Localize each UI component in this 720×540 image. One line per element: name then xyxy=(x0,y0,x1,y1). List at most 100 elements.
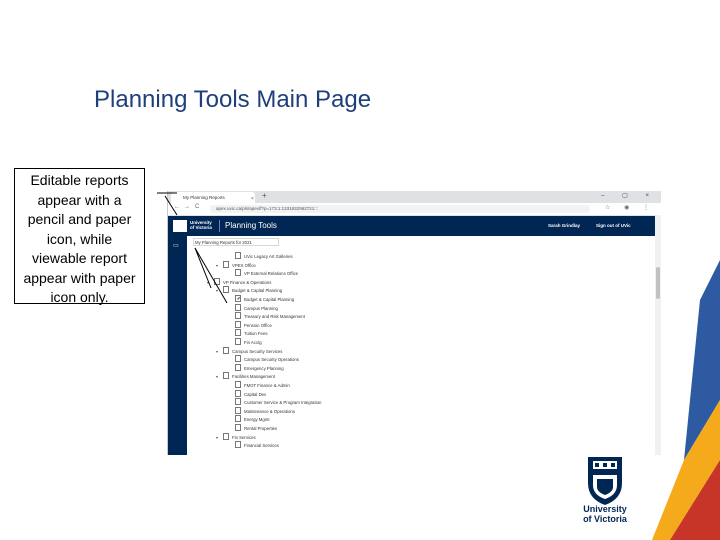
tree-item[interactable]: ▾ Campus Security Services xyxy=(216,346,283,356)
paper-icon xyxy=(214,277,220,285)
paper-icon xyxy=(235,329,241,337)
book-icon[interactable]: ▭ xyxy=(173,242,179,249)
paper-icon xyxy=(235,303,241,311)
expand-toggle-icon[interactable]: ▾ xyxy=(216,434,223,442)
paper-icon xyxy=(223,432,229,440)
tree-item-label: Customer Service & Program Integration xyxy=(244,400,322,406)
tree-item-label: VPEX Office xyxy=(232,262,256,268)
close-icon[interactable]: × xyxy=(251,194,254,203)
paper-icon xyxy=(235,252,241,259)
left-nav: ▭ xyxy=(168,236,187,455)
paper-icon xyxy=(223,372,229,380)
paper-icon xyxy=(235,363,241,371)
tree-item[interactable]: ▾ VP Finance & Operations xyxy=(207,277,272,287)
tree-item[interactable]: Campus Planning xyxy=(228,303,278,312)
paper-icon xyxy=(235,398,241,406)
paper-icon xyxy=(235,424,241,431)
paper-icon xyxy=(223,260,229,268)
tree-item[interactable]: ▾ Fin Services xyxy=(216,432,256,442)
tree-item-label: Maintenance & Operations xyxy=(244,408,295,414)
scrollbar[interactable] xyxy=(655,215,661,455)
expand-toggle-icon[interactable]: ▾ xyxy=(216,262,223,270)
tree-item[interactable]: Rental Properties xyxy=(228,424,277,432)
tree-item-label: Energy Mgmt xyxy=(244,417,270,423)
tree-item[interactable]: Budget & Capital Planning xyxy=(228,295,294,303)
tree-item-label: Emergency Planning xyxy=(244,365,284,371)
address-bar: ← → C apex.uvic.ca/pls/apex/f?p=173:1:13… xyxy=(168,203,661,216)
tree-item-label: Treasury and Risk Management xyxy=(244,314,305,320)
tree-item[interactable]: ▾ Facilities Management xyxy=(216,372,275,380)
tree-item[interactable]: ▾ VPEX Office xyxy=(216,260,256,270)
tree-item-label: UVic Legacy Art Galleries xyxy=(244,254,293,259)
uvic-wordmark: University of Victoria xyxy=(566,504,644,524)
tree-item[interactable]: ▾ Budget & Capital Planning xyxy=(216,286,282,294)
paper-icon xyxy=(235,338,241,345)
tree-item-label: Pension Office xyxy=(244,322,272,328)
tree-item-label: Budget & Capital Planning xyxy=(232,288,283,294)
tree-item-label: VP Finance & Operations xyxy=(223,279,272,285)
new-tab-icon[interactable]: + xyxy=(262,191,267,200)
pencil-paper-icon xyxy=(235,295,241,302)
tree-item[interactable]: UVic Legacy Art Galleries xyxy=(228,252,293,260)
uvic-logo-icon[interactable] xyxy=(173,220,187,232)
header-divider xyxy=(219,220,220,232)
paper-icon xyxy=(235,355,241,363)
breadcrumb: My Planning Reports for 2021 xyxy=(195,240,252,245)
paper-icon xyxy=(235,415,241,423)
tab-label: My Planning Reports xyxy=(183,195,225,200)
tree-item-label: Budget & Capital Planning xyxy=(244,297,295,302)
paper-icon xyxy=(235,389,241,397)
url-field[interactable]: apex.uvic.ca/pls/apex/f?p=173:1:13319329… xyxy=(210,205,590,213)
expand-toggle-icon[interactable]: ▾ xyxy=(216,348,223,356)
forward-icon[interactable]: → xyxy=(184,204,190,210)
tree-item[interactable]: Campus Security Operations xyxy=(228,355,299,363)
tree-item[interactable]: Energy Mgmt xyxy=(228,415,270,423)
expand-toggle-icon[interactable]: ▾ xyxy=(216,373,223,381)
app-title: Planning Tools xyxy=(225,221,277,230)
reload-icon[interactable]: C xyxy=(195,204,199,210)
tree-item-label: Fin Services xyxy=(232,434,256,440)
tree-item-label: Campus Security Services xyxy=(232,348,283,354)
tree-item-label: Rental Properties xyxy=(244,426,278,431)
signout-link[interactable]: Sign out of UVic xyxy=(596,223,631,228)
uvic-logo-text: University of Victoria xyxy=(190,220,212,230)
wordmark-line-2: of Victoria xyxy=(583,514,627,524)
app-header: University of Victoria Planning Tools Sa… xyxy=(168,216,661,236)
browser-actions[interactable]: ☆ ◉ ⋮ xyxy=(605,204,655,211)
paper-icon xyxy=(235,312,241,320)
tree-item-label: FMGT Finance & Admin xyxy=(244,383,290,388)
tree-item[interactable]: VP External Relations Office xyxy=(228,269,298,277)
report-tree-panel: My Planning Reports for 2021 UVic Legacy… xyxy=(187,236,655,455)
tree-item[interactable]: Fin Acctg xyxy=(228,338,262,346)
paper-icon xyxy=(235,320,241,328)
tree-item-label: Tuition Fees xyxy=(244,331,268,337)
tree-item-label: Facilities Management xyxy=(232,374,275,380)
scrollbar-thumb[interactable] xyxy=(656,267,660,299)
tree-item-label: Campus Security Operations xyxy=(244,357,299,363)
tree-item[interactable]: Tuition Fees xyxy=(228,329,267,337)
back-icon[interactable]: ← xyxy=(174,204,180,210)
tab-my-planning-reports[interactable]: My Planning Reports × xyxy=(171,192,255,203)
tree-item[interactable]: Treasury and Risk Management xyxy=(228,312,305,320)
expand-toggle-icon[interactable]: ▾ xyxy=(216,287,223,295)
browser-screenshot: My Planning Reports × + – ▢ × ← → C apex… xyxy=(167,191,661,455)
tree-item[interactable]: Financial Services xyxy=(228,441,279,449)
paper-icon xyxy=(235,406,241,414)
tree-item[interactable]: Maintenance & Operations xyxy=(228,406,295,415)
tree-item-label: VP External Relations Office xyxy=(244,271,299,277)
paper-icon xyxy=(223,346,229,354)
paper-icon xyxy=(223,286,229,294)
user-menu[interactable]: Sarah Grindlay xyxy=(548,223,580,228)
expand-toggle-icon[interactable]: ▾ xyxy=(207,279,214,287)
tree-item[interactable]: Capital Dev xyxy=(228,389,266,398)
tree-item[interactable]: FMGT Finance & Admin xyxy=(228,381,290,389)
tree-item[interactable]: Pension Office xyxy=(228,320,272,329)
wordmark-line-1: University xyxy=(583,504,627,514)
tree-item-label: Fin Acctg xyxy=(244,340,262,345)
window-controls[interactable]: – ▢ × xyxy=(601,192,657,199)
tree-item[interactable]: Customer Service & Program Integration xyxy=(228,398,321,406)
paper-icon xyxy=(235,381,241,388)
tree-item[interactable]: Emergency Planning xyxy=(228,363,284,372)
tree-item-label: Financial Services xyxy=(244,443,279,449)
slide-title: Planning Tools Main Page xyxy=(94,86,372,113)
